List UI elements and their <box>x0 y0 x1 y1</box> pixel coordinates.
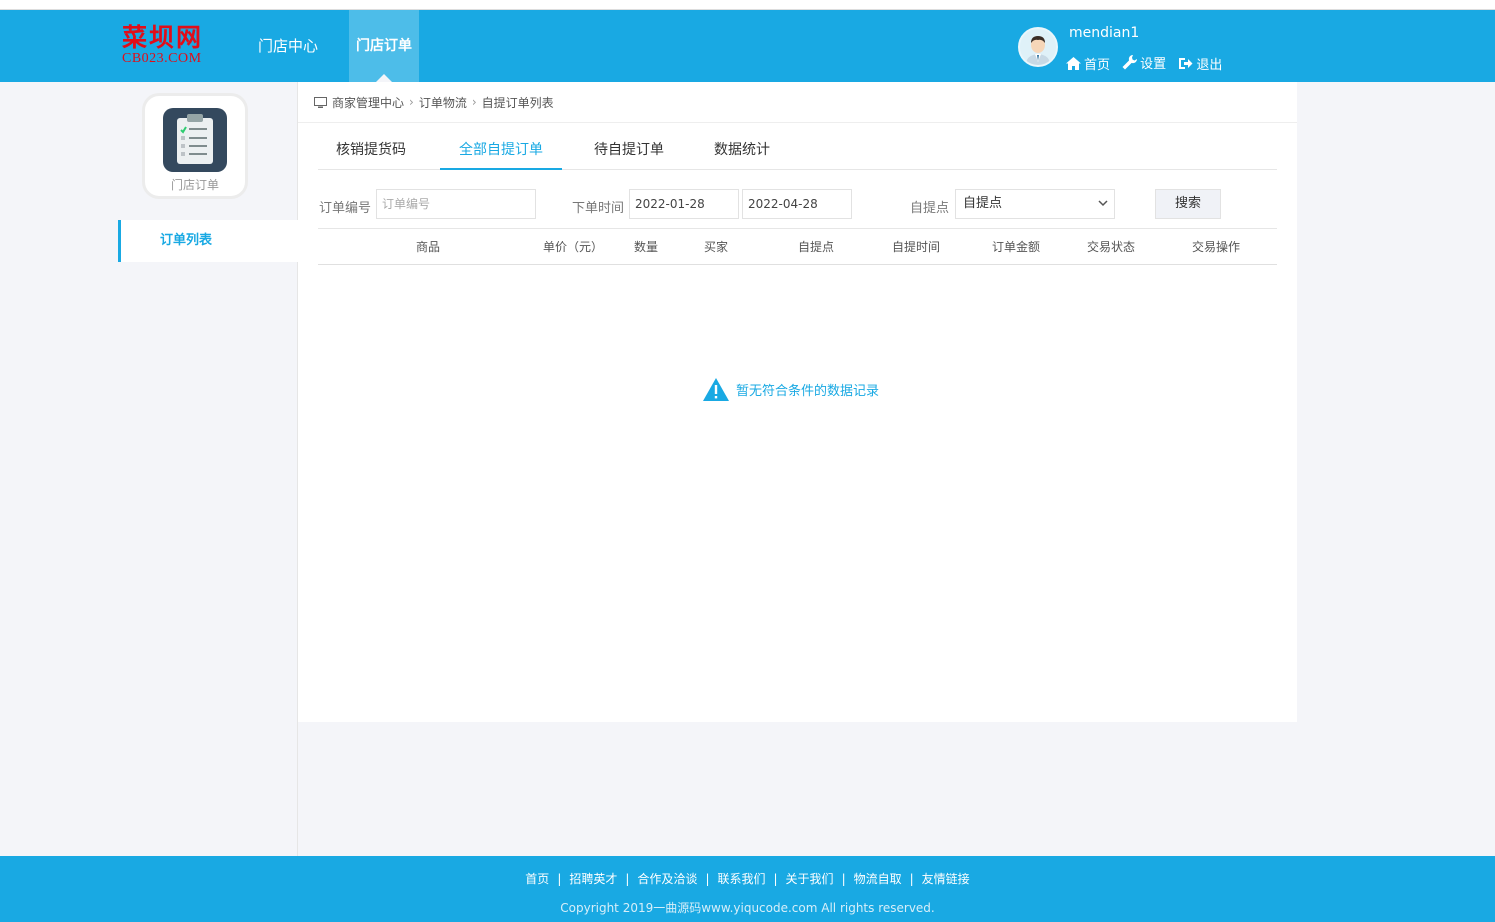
footer-separator: | <box>909 872 914 886</box>
home-link[interactable]: 首页 <box>1066 54 1110 73</box>
date-to-input[interactable]: 2022-04-28 <box>742 189 852 219</box>
breadcrumb-separator: › <box>409 95 414 109</box>
order-date-label: 下单时间 <box>572 201 625 216</box>
footer-link[interactable]: 合作及洽谈 <box>637 872 697 886</box>
footer-link[interactable]: 物流自取 <box>854 872 902 886</box>
column-header: 单价（元） <box>542 240 603 254</box>
settings-link[interactable]: 设置 <box>1122 53 1166 72</box>
site-logo[interactable]: 菜坝网 CB023.COM <box>122 24 212 74</box>
pickup-point-value: 自提点 <box>963 196 1003 211</box>
breadcrumb-item[interactable]: 订单物流 <box>419 94 467 111</box>
search-button[interactable]: 搜索 <box>1155 189 1221 219</box>
app-icon-label: 门店订单 <box>170 178 219 192</box>
warning-icon <box>703 378 729 401</box>
order-no-label: 订单编号 <box>319 201 372 216</box>
breadcrumb-item[interactable]: 商家管理中心 <box>332 94 404 111</box>
logo-english-text: CB023.COM <box>122 51 202 66</box>
clipboard-icon <box>163 108 227 172</box>
breadcrumb-item-current: 自提订单列表 <box>481 95 554 110</box>
sign-out-icon <box>1179 58 1193 69</box>
sidebar-item-order-list[interactable]: 订单列表 <box>118 220 298 262</box>
breadcrumb: 商家管理中心 › 订单物流 › 自提订单列表 <box>298 82 1297 123</box>
active-nav-caret <box>376 74 392 82</box>
column-header: 自提时间 <box>891 240 940 254</box>
tab-pending-pickup[interactable]: 待自提订单 <box>578 130 680 170</box>
tab-verify-pickup-code[interactable]: 核销提货码 <box>318 130 424 170</box>
copyright: Copyright 2019一曲源码www.yiqucode.com All r… <box>560 901 935 915</box>
footer: 首页 | 招聘英才 | 合作及洽谈 | 联系我们 | 关于我们 | 物流自取 | 友情链接 Copyri… <box>0 856 1495 922</box>
footer-separator: | <box>705 872 710 886</box>
footer-link[interactable]: 友情链接 <box>922 872 970 886</box>
breadcrumb-separator: › <box>471 95 477 109</box>
sidebar: 门店订单 订单列表 <box>118 82 298 856</box>
footer-link[interactable]: 招聘英才 <box>569 872 617 886</box>
logout-link[interactable]: 退出 <box>1178 54 1222 73</box>
home-link-label: 首页 <box>1084 58 1111 73</box>
footer-separator: | <box>773 872 778 886</box>
footer-link[interactable]: 关于我们 <box>786 872 834 886</box>
date-from-input[interactable]: 2022-01-28 <box>629 189 739 219</box>
pickup-point-select[interactable]: 自提点 <box>955 189 1115 219</box>
user-avatar-icon <box>1020 29 1056 65</box>
app-icon-tile: 门店订单 <box>145 96 245 196</box>
monitor-icon <box>314 96 327 108</box>
footer-link[interactable]: 首页 <box>525 872 549 886</box>
username[interactable]: mendian1 <box>1069 25 1139 41</box>
tab-all-pickup-orders[interactable]: 全部自提订单 <box>440 130 562 170</box>
browser-bookmark-strip <box>0 0 1495 10</box>
avatar[interactable] <box>1018 27 1058 67</box>
settings-link-label: 设置 <box>1140 57 1167 72</box>
column-header: 交易状态 <box>1086 240 1135 254</box>
nav-store-center[interactable]: 门店中心 <box>255 10 321 82</box>
footer-links: 首页 | 招聘英才 | 合作及洽谈 | 联系我们 | 关于我们 | 物流自取 | 友情链接 <box>0 870 1495 887</box>
main-panel: 商家管理中心 › 订单物流 › 自提订单列表 核销提货码 全部自提订单 待自提订… <box>298 82 1297 722</box>
column-header: 自提点 <box>797 240 834 254</box>
order-tabs: 核销提货码 全部自提订单 待自提订单 数据统计 <box>318 130 1277 170</box>
chevron-down-icon <box>1098 200 1108 207</box>
footer-separator: | <box>625 872 630 886</box>
footer-separator: | <box>841 872 846 886</box>
column-header: 商品 <box>415 240 440 254</box>
column-header: 交易操作 <box>1191 240 1240 254</box>
empty-state-message: 暂无符合条件的数据记录 <box>736 384 880 399</box>
nav-store-orders[interactable]: 门店订单 <box>349 10 419 82</box>
empty-state: 暂无符合条件的数据记录 <box>703 378 879 401</box>
top-header: 菜坝网 CB023.COM 门店中心 门店订单 mendian1 首页 设置 退… <box>0 10 1495 82</box>
logout-link-label: 退出 <box>1196 58 1223 73</box>
user-links: 首页 设置 退出 <box>1066 53 1230 74</box>
order-no-input[interactable] <box>376 189 536 219</box>
column-header: 买家 <box>703 240 728 254</box>
tab-statistics[interactable]: 数据统计 <box>696 130 788 170</box>
wrench-icon <box>1122 55 1138 70</box>
column-header: 数量 <box>633 240 658 254</box>
logo-chinese-text: 菜坝网 <box>122 23 204 52</box>
home-icon <box>1066 57 1081 70</box>
footer-separator: | <box>557 872 562 886</box>
footer-link[interactable]: 联系我们 <box>717 872 765 886</box>
table-header: 商品 单价（元） 数量 买家 自提点 自提时间 订单金额 交易状态 交易操作 <box>318 228 1277 265</box>
column-header: 订单金额 <box>991 240 1040 254</box>
pickup-point-label: 自提点 <box>910 201 950 216</box>
